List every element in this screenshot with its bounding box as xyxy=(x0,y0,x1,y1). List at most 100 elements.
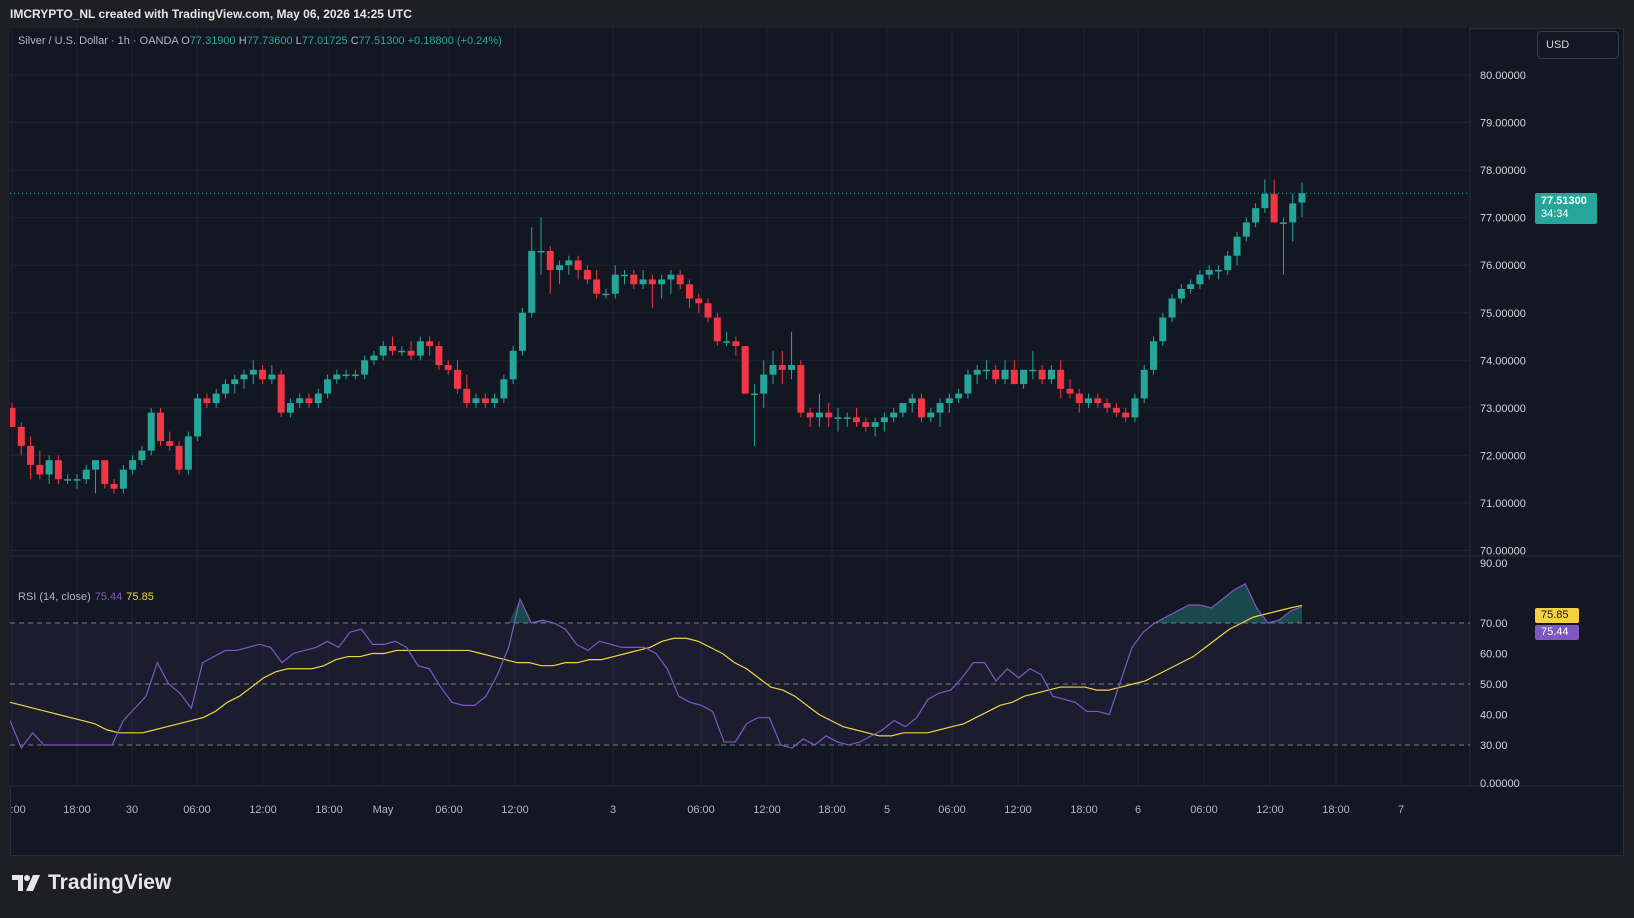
candle-body xyxy=(240,374,248,380)
x-tick-label: 12:00 xyxy=(753,804,781,816)
rsi-signal-value: 75.85 xyxy=(126,591,154,603)
brand-name: TradingView xyxy=(48,871,172,894)
candle-body xyxy=(138,450,146,461)
price-tick-label: 75.00000 xyxy=(1480,308,1526,320)
candle-body xyxy=(1252,208,1260,223)
candle-body xyxy=(1233,236,1241,256)
chart-canvas[interactable]: 12:00 18:00 30 06:00 12:00 18:00 May 06:00 12:00… xyxy=(10,28,1624,856)
candle-body xyxy=(750,393,758,396)
candle-body xyxy=(621,274,629,277)
candle-body xyxy=(231,379,239,385)
candle-body xyxy=(927,412,935,418)
price-panel-bg xyxy=(10,28,1470,555)
candle-body xyxy=(936,403,944,413)
candle-body xyxy=(611,274,619,294)
candle-body xyxy=(435,346,443,366)
candle-body xyxy=(815,412,823,418)
candle-body xyxy=(147,412,155,451)
candle-body xyxy=(1122,412,1130,418)
x-tick-label: 12:00 xyxy=(1256,804,1284,816)
x-tick-label: 06:00 xyxy=(435,804,463,816)
candle-body xyxy=(658,279,666,285)
x-tick-label: 18:00 xyxy=(63,804,91,816)
candle-body xyxy=(398,350,406,353)
candle-body xyxy=(1289,203,1297,223)
x-tick-label: 06:00 xyxy=(938,804,966,816)
candle-body xyxy=(1150,341,1158,370)
candle-body xyxy=(667,274,675,280)
rsi-tick-label: 30.00 xyxy=(1480,740,1508,752)
candle-body xyxy=(1131,398,1139,418)
candle-body xyxy=(574,260,582,270)
candle-body xyxy=(509,350,517,380)
high-label: H xyxy=(238,35,247,47)
rsi-legend: RSI (14, close) 75.44 75.85 xyxy=(18,591,154,603)
rsi-tick-label: 40.00 xyxy=(1480,710,1508,722)
candle-body xyxy=(481,398,489,404)
candle-body xyxy=(1224,255,1232,270)
rsi-signal-tag: 75.85 xyxy=(1535,608,1579,623)
candle-body xyxy=(36,464,44,475)
x-tick-label: 18:00 xyxy=(1070,804,1098,816)
candle-body xyxy=(101,460,109,484)
price-tick-label: 70.00000 xyxy=(1480,546,1526,558)
candle-body xyxy=(444,365,452,370)
x-tick-label: 5 xyxy=(884,804,890,816)
candle-body xyxy=(259,369,267,380)
candle-body xyxy=(45,460,53,475)
candle-body xyxy=(379,346,387,356)
candle-body xyxy=(342,374,350,377)
candle-body xyxy=(17,426,25,446)
candle-body xyxy=(324,379,332,394)
candle-body xyxy=(1214,269,1222,272)
candle-body xyxy=(286,403,294,413)
candle-body xyxy=(1242,222,1250,237)
x-tick-label: 30 xyxy=(126,804,138,816)
tradingview-logo-icon xyxy=(12,875,40,891)
candle-body xyxy=(119,469,127,489)
x-tick-label: 18:00 xyxy=(818,804,846,816)
chart-credit: IMCRYPTO_NL created with TradingView.com… xyxy=(10,7,412,21)
tradingview-logo[interactable]: TradingView xyxy=(12,868,171,898)
candle-body xyxy=(602,293,610,296)
symbol-legend: Silver / U.S. Dollar · 1h · OANDA O77.31… xyxy=(18,35,502,47)
candle-body xyxy=(110,483,118,489)
candle-body xyxy=(184,436,192,470)
candle-body xyxy=(1010,369,1018,385)
candle-body xyxy=(268,374,276,380)
candle-body xyxy=(1085,398,1093,404)
candle-body xyxy=(853,417,861,423)
candle-body xyxy=(1103,403,1111,408)
candle-body xyxy=(992,369,1000,380)
low-value: 77.01725 xyxy=(301,35,348,47)
candle-body xyxy=(27,445,35,465)
candle-body xyxy=(685,284,693,299)
candle-body xyxy=(565,260,573,266)
price-tick-label: 78.00000 xyxy=(1480,165,1526,177)
candle-body xyxy=(1057,369,1065,389)
candle-body xyxy=(1187,284,1195,289)
candle-body xyxy=(1020,369,1028,385)
candle-body xyxy=(528,250,536,313)
currency-button[interactable]: USD xyxy=(1537,31,1619,59)
price-tick-label: 73.00000 xyxy=(1480,403,1526,415)
rsi-tick-label: 50.00 xyxy=(1480,679,1508,691)
candle-body xyxy=(1047,369,1055,380)
candle-body xyxy=(945,398,953,404)
candle-body xyxy=(1177,288,1185,299)
candle-body xyxy=(890,412,898,418)
rsi-value: 75.44 xyxy=(94,591,123,603)
candle-body xyxy=(472,398,480,404)
candle-body xyxy=(917,398,925,418)
candle-body xyxy=(305,398,313,404)
candle-body xyxy=(1261,193,1269,209)
candle-body xyxy=(723,341,731,343)
candle-body xyxy=(296,398,304,404)
candle-body xyxy=(695,298,703,304)
x-tick-label: May xyxy=(373,804,394,816)
candle-body xyxy=(964,374,972,394)
x-tick-label: 7 xyxy=(1398,804,1404,816)
x-tick-label: 06:00 xyxy=(183,804,211,816)
change-value: +0.18800 (+0.24%) xyxy=(407,35,502,47)
candle-body xyxy=(676,274,684,285)
